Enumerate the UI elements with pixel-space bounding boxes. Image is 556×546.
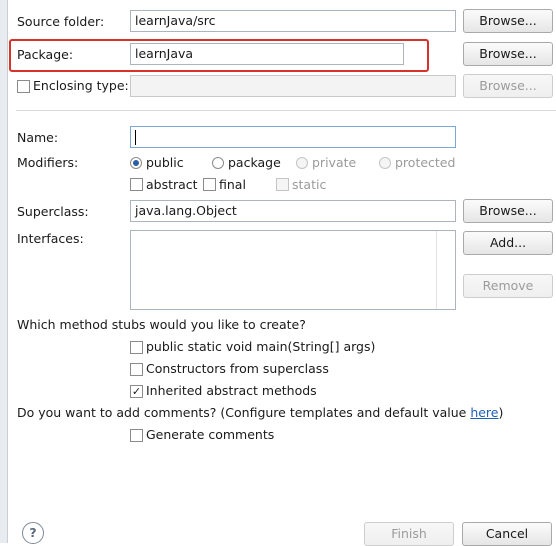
configure-templates-link[interactable]: here bbox=[470, 405, 498, 420]
abstract-label: abstract bbox=[146, 177, 198, 192]
interfaces-list-column-divider bbox=[436, 231, 437, 309]
main-method-checkbox[interactable] bbox=[130, 341, 143, 354]
add-interface-button[interactable]: Add... bbox=[463, 231, 553, 255]
abstract-checkbox[interactable] bbox=[130, 178, 143, 191]
method-stubs-question: Which method stubs would you like to cre… bbox=[17, 317, 306, 332]
modifiers-label: Modifiers: bbox=[17, 155, 79, 170]
constructors-checkbox[interactable] bbox=[130, 363, 143, 376]
public-radio[interactable] bbox=[130, 157, 142, 169]
cancel-button[interactable]: Cancel bbox=[462, 522, 552, 546]
text-caret bbox=[135, 130, 136, 145]
enclosing-type-label: Enclosing type: bbox=[33, 78, 129, 93]
help-icon[interactable]: ? bbox=[22, 522, 44, 544]
private-radio bbox=[296, 157, 308, 169]
final-label: final bbox=[219, 177, 246, 192]
protected-label: protected bbox=[395, 155, 456, 170]
remove-interface-button: Remove bbox=[463, 274, 553, 298]
enclosing-type-field bbox=[130, 75, 456, 97]
inherited-methods-checkbox[interactable]: ✓ bbox=[130, 385, 143, 398]
superclass-field[interactable]: java.lang.Object bbox=[130, 200, 456, 222]
finish-button: Finish bbox=[364, 522, 454, 546]
public-label: public bbox=[146, 155, 184, 170]
window-edge bbox=[0, 0, 8, 543]
name-label: Name: bbox=[17, 130, 59, 145]
name-field[interactable] bbox=[130, 126, 456, 148]
constructors-label: Constructors from superclass bbox=[146, 361, 329, 376]
separator bbox=[16, 110, 556, 111]
enclosing-type-checkbox[interactable] bbox=[17, 80, 30, 93]
source-folder-label: Source folder: bbox=[17, 14, 105, 29]
superclass-browse-button[interactable]: Browse... bbox=[463, 199, 553, 223]
inherited-methods-label: Inherited abstract methods bbox=[146, 383, 317, 398]
source-folder-field[interactable]: learnJava/src bbox=[130, 10, 456, 32]
final-checkbox[interactable] bbox=[203, 178, 216, 191]
package-radio[interactable] bbox=[212, 157, 224, 169]
main-method-label: public static void main(String[] args) bbox=[146, 339, 376, 354]
static-checkbox bbox=[276, 178, 289, 191]
generate-comments-label: Generate comments bbox=[146, 427, 275, 442]
source-folder-browse-button[interactable]: Browse... bbox=[463, 9, 553, 33]
static-label: static bbox=[292, 177, 327, 192]
interfaces-list[interactable] bbox=[130, 230, 456, 310]
comments-question: Do you want to add comments? (Configure … bbox=[17, 405, 504, 420]
package-label: Package: bbox=[17, 47, 74, 62]
interfaces-label: Interfaces: bbox=[17, 231, 84, 246]
enclosing-type-browse-button: Browse... bbox=[463, 74, 553, 98]
protected-radio bbox=[379, 157, 391, 169]
package-browse-button[interactable]: Browse... bbox=[463, 42, 553, 66]
superclass-label: Superclass: bbox=[17, 204, 89, 219]
generate-comments-checkbox[interactable] bbox=[130, 429, 143, 442]
package-radio-label: package bbox=[228, 155, 281, 170]
private-label: private bbox=[312, 155, 357, 170]
package-field[interactable]: learnJava bbox=[130, 43, 404, 65]
